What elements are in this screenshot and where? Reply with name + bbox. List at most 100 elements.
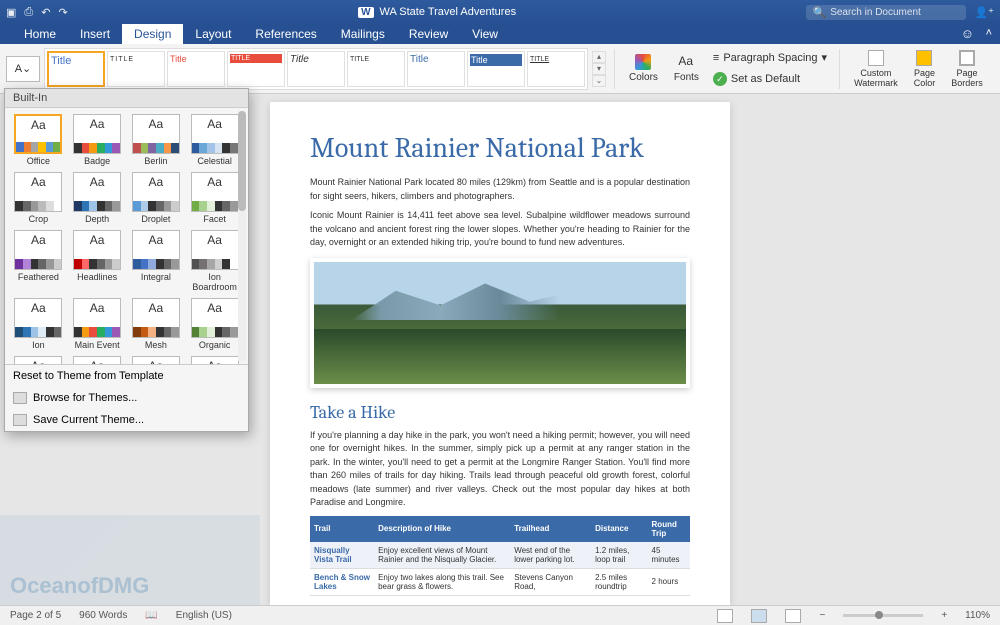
theme-option-blank[interactable]: Aa bbox=[129, 356, 184, 364]
theme-option-celestial[interactable]: AaCelestial bbox=[187, 114, 242, 166]
web-layout-icon[interactable] bbox=[785, 609, 801, 623]
redo-icon[interactable]: ↷ bbox=[58, 6, 67, 19]
table-header-row: Trail Description of Hike Trailhead Dist… bbox=[310, 516, 690, 542]
page-indicator[interactable]: Page 2 of 5 bbox=[10, 610, 61, 621]
theme-label: Office bbox=[11, 156, 66, 166]
feedback-icon[interactable]: ☺ bbox=[961, 26, 974, 41]
watermark-icon bbox=[868, 50, 884, 66]
theme-option-blank[interactable]: Aa bbox=[70, 356, 125, 364]
theme-label: Main Event bbox=[70, 340, 125, 350]
style-thumb[interactable]: Title bbox=[287, 51, 345, 87]
theme-option-facet[interactable]: AaFacet bbox=[187, 172, 242, 224]
theme-label: Berlin bbox=[129, 156, 184, 166]
dropdown-scrollbar[interactable] bbox=[238, 111, 246, 361]
style-thumb[interactable]: TITLE bbox=[227, 51, 285, 87]
style-thumb[interactable]: TITLE bbox=[347, 51, 405, 87]
theme-label: Droplet bbox=[129, 214, 184, 224]
theme-option-blank[interactable]: Aa bbox=[187, 356, 242, 364]
collapse-ribbon-icon[interactable]: ˄ bbox=[986, 27, 992, 39]
style-thumb[interactable]: Title bbox=[167, 51, 225, 87]
focus-view-icon[interactable] bbox=[717, 609, 733, 623]
zoom-level[interactable]: 110% bbox=[965, 610, 990, 621]
theme-option-organic[interactable]: AaOrganic bbox=[187, 298, 242, 350]
theme-option-ion[interactable]: AaIon bbox=[11, 298, 66, 350]
folder-icon bbox=[13, 392, 27, 404]
theme-option-ion-boardroom[interactable]: AaIon Boardroom bbox=[187, 230, 242, 292]
hikes-table[interactable]: Trail Description of Hike Trailhead Dist… bbox=[310, 516, 690, 596]
paragraph[interactable]: Mount Rainier National Park located 80 m… bbox=[310, 176, 690, 203]
table-row[interactable]: Nisqually Vista TrailEnjoy excellent vie… bbox=[310, 542, 690, 569]
save-icon[interactable]: ⎙ bbox=[24, 6, 33, 19]
theme-option-droplet[interactable]: AaDroplet bbox=[129, 172, 184, 224]
zoom-slider[interactable] bbox=[843, 614, 923, 617]
heading-2[interactable]: Take a Hike bbox=[310, 402, 690, 423]
save-theme-item[interactable]: Save Current Theme... bbox=[5, 409, 248, 431]
print-layout-icon[interactable] bbox=[751, 609, 767, 623]
reset-theme-item[interactable]: Reset to Theme from Template bbox=[5, 365, 248, 387]
theme-option-headlines[interactable]: AaHeadlines bbox=[70, 230, 125, 292]
paragraph[interactable]: Iconic Mount Rainier is 14,411 feet abov… bbox=[310, 209, 690, 250]
theme-label: Headlines bbox=[70, 272, 125, 282]
theme-label: Feathered bbox=[11, 272, 66, 282]
theme-option-main-event[interactable]: AaMain Event bbox=[70, 298, 125, 350]
word-count[interactable]: 960 Words bbox=[79, 610, 127, 621]
style-thumb[interactable]: TITLE bbox=[107, 51, 165, 87]
page-borders-button[interactable]: Page Borders bbox=[945, 50, 989, 88]
style-thumb[interactable]: Title bbox=[407, 51, 465, 87]
sidebar-toggle-icon[interactable]: ▣ bbox=[6, 6, 16, 19]
themes-button[interactable]: A⌄ bbox=[6, 56, 40, 82]
theme-option-integral[interactable]: AaIntegral bbox=[129, 230, 184, 292]
ribbon: A⌄ Title TITLE Title TITLE Title TITLE T… bbox=[0, 44, 1000, 94]
style-thumb[interactable]: Title bbox=[467, 51, 525, 87]
document-formatting-gallery[interactable]: Title TITLE Title TITLE Title TITLE Titl… bbox=[44, 48, 588, 90]
landscape-photo[interactable] bbox=[310, 258, 690, 388]
theme-label: Ion bbox=[11, 340, 66, 350]
share-icon[interactable]: 👤⁺ bbox=[974, 6, 994, 19]
theme-label: Depth bbox=[70, 214, 125, 224]
heading-1[interactable]: Mount Rainier National Park bbox=[310, 132, 690, 164]
zoom-in-button[interactable]: + bbox=[941, 610, 947, 621]
theme-option-depth[interactable]: AaDepth bbox=[70, 172, 125, 224]
page-borders-icon bbox=[959, 50, 975, 66]
theme-option-office[interactable]: AaOffice bbox=[11, 114, 66, 166]
style-thumb[interactable]: Title bbox=[47, 51, 105, 87]
tab-review[interactable]: Review bbox=[397, 24, 460, 44]
tab-layout[interactable]: Layout bbox=[183, 24, 243, 44]
tab-references[interactable]: References bbox=[243, 24, 328, 44]
themes-dropdown: Built-In AaOfficeAaBadgeAaBerlinAaCelest… bbox=[4, 88, 249, 432]
theme-option-blank[interactable]: Aa bbox=[11, 356, 66, 364]
theme-option-badge[interactable]: AaBadge bbox=[70, 114, 125, 166]
spellcheck-icon[interactable]: 📖 bbox=[145, 610, 157, 621]
paragraph[interactable]: If you're planning a day hike in the par… bbox=[310, 429, 690, 510]
colors-button[interactable]: Colors bbox=[623, 54, 664, 83]
tab-mailings[interactable]: Mailings bbox=[329, 24, 397, 44]
table-row[interactable]: Bench & Snow LakesEnjoy two lakes along … bbox=[310, 568, 690, 595]
page-color-icon bbox=[916, 50, 932, 66]
theme-option-berlin[interactable]: AaBerlin bbox=[129, 114, 184, 166]
status-bar: Page 2 of 5 960 Words 📖 English (US) − +… bbox=[0, 605, 1000, 625]
search-box[interactable]: 🔍 bbox=[806, 5, 966, 20]
gallery-scroll[interactable]: ▴▾⌄ bbox=[592, 51, 606, 87]
tab-home[interactable]: Home bbox=[12, 24, 68, 44]
theme-label: Integral bbox=[129, 272, 184, 282]
title-bar: ▣ ⎙ ↶ ↷ WA State Travel Adventures 🔍 👤⁺ bbox=[0, 0, 1000, 24]
theme-label: Badge bbox=[70, 156, 125, 166]
theme-option-crop[interactable]: AaCrop bbox=[11, 172, 66, 224]
page[interactable]: Mount Rainier National Park Mount Rainie… bbox=[270, 102, 730, 605]
zoom-out-button[interactable]: − bbox=[819, 610, 825, 621]
page-color-button[interactable]: Page Color bbox=[908, 50, 942, 88]
style-thumb[interactable]: TITLE bbox=[527, 51, 585, 87]
watermark-button[interactable]: Custom Watermark bbox=[848, 50, 904, 88]
search-input[interactable] bbox=[830, 7, 960, 18]
tab-design[interactable]: Design bbox=[122, 24, 183, 44]
tab-view[interactable]: View bbox=[460, 24, 510, 44]
theme-option-mesh[interactable]: AaMesh bbox=[129, 298, 184, 350]
tab-insert[interactable]: Insert bbox=[68, 24, 122, 44]
language-indicator[interactable]: English (US) bbox=[176, 610, 232, 621]
fonts-button[interactable]: Fonts bbox=[668, 54, 705, 83]
browse-themes-item[interactable]: Browse for Themes... bbox=[5, 387, 248, 409]
set-default-button[interactable]: ✓Set as Default bbox=[709, 70, 831, 88]
undo-icon[interactable]: ↶ bbox=[41, 6, 50, 19]
paragraph-spacing-button[interactable]: ≡Paragraph Spacing▾ bbox=[709, 49, 831, 66]
theme-option-feathered[interactable]: AaFeathered bbox=[11, 230, 66, 292]
